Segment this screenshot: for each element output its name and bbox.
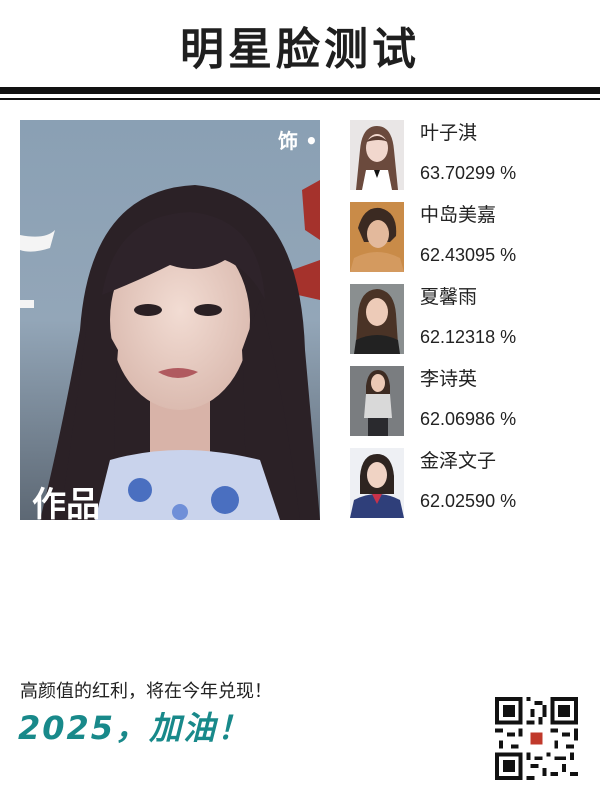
uploaded-portrait: 饰 • 作品 xyxy=(20,120,320,520)
header-divider-thin xyxy=(0,98,600,100)
poster-text-top: 饰 • xyxy=(278,129,318,153)
qr-code[interactable] xyxy=(495,697,578,780)
headline-text: 2025，加油！ xyxy=(18,709,252,747)
page-title: 明星脸测试 xyxy=(180,24,420,75)
match-name: 叶子淇 xyxy=(420,122,478,144)
match-thumbnail xyxy=(350,448,404,518)
match-score: 62.06986 % xyxy=(420,409,517,429)
match-name: 李诗英 xyxy=(420,368,478,390)
match-thumbnail xyxy=(350,120,404,190)
list-item[interactable]: 金泽文子 62.02590 % xyxy=(350,448,590,518)
match-thumbnail xyxy=(350,202,404,272)
match-score: 62.12318 % xyxy=(420,327,517,347)
match-name: 金泽文子 xyxy=(420,450,497,472)
match-name: 夏馨雨 xyxy=(420,286,478,308)
poster-text-bottom: 作品 xyxy=(32,485,100,520)
list-item[interactable]: 中岛美嘉 62.43095 % xyxy=(350,202,590,272)
match-thumbnail xyxy=(350,284,404,354)
list-item[interactable]: 李诗英 62.06986 % xyxy=(350,366,590,436)
list-item[interactable]: 叶子淇 63.70299 % xyxy=(350,120,590,190)
match-score: 63.70299 % xyxy=(420,163,517,183)
header-divider-thick xyxy=(0,87,600,94)
slogan-text: 高颜值的红利，将在今年兑现！ xyxy=(20,681,272,702)
match-name: 中岛美嘉 xyxy=(420,204,497,226)
list-item[interactable]: 夏馨雨 62.12318 % xyxy=(350,284,590,354)
match-score: 62.02590 % xyxy=(420,491,517,511)
match-thumbnail xyxy=(350,366,404,436)
match-score: 62.43095 % xyxy=(420,245,517,265)
